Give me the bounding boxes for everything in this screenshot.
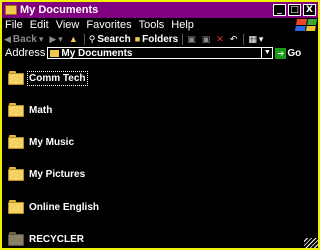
search-button[interactable]: ⚲ Search bbox=[87, 34, 133, 45]
go-button[interactable]: ➔ Go bbox=[275, 47, 302, 59]
copy-to-button[interactable]: ▣ bbox=[200, 34, 215, 44]
address-label: Address bbox=[5, 47, 46, 59]
explorer-window: My Documents _ □ X File Edit View Favori… bbox=[0, 0, 320, 250]
views-icon: ▦ bbox=[248, 34, 257, 44]
delete-button[interactable]: ✕ bbox=[214, 34, 228, 44]
search-label: Search bbox=[97, 33, 131, 45]
list-item[interactable]: My Pictures bbox=[8, 167, 85, 181]
menu-tools[interactable]: Tools bbox=[136, 19, 169, 31]
folder-label: My Music bbox=[29, 136, 75, 148]
go-label: Go bbox=[287, 47, 302, 59]
address-input[interactable]: My Documents ▼ bbox=[47, 47, 274, 59]
toolbar: ◀ Back ▾ ▶ ▾ ▲ ⚲ Search ■ Folders ▣ ▣ ✕ bbox=[2, 32, 318, 46]
undo-icon: ↶ bbox=[229, 34, 238, 44]
copy-to-icon: ▣ bbox=[201, 34, 211, 44]
back-label: Back bbox=[12, 33, 37, 45]
go-arrow-icon: ➔ bbox=[275, 47, 287, 59]
address-bar: Address My Documents ▼ ➔ Go bbox=[2, 46, 318, 60]
close-button[interactable]: X bbox=[303, 4, 316, 16]
folder-icon bbox=[8, 103, 24, 117]
move-to-button[interactable]: ▣ bbox=[185, 34, 200, 44]
list-item[interactable]: My Music bbox=[8, 135, 74, 149]
folder-list: Comm Tech Math My Music My Pictures Onli… bbox=[2, 61, 318, 248]
forward-button[interactable]: ▶ ▾ bbox=[47, 34, 66, 44]
menu-favorites[interactable]: Favorites bbox=[83, 19, 135, 31]
menu-view[interactable]: View bbox=[53, 19, 84, 31]
menu-bar: File Edit View Favorites Tools Help bbox=[2, 18, 318, 32]
folder-label: My Pictures bbox=[29, 168, 86, 180]
folder-label: RECYCLER bbox=[29, 233, 85, 245]
undo-button[interactable]: ↶ bbox=[228, 34, 242, 44]
folder-icon bbox=[50, 49, 60, 57]
menu-edit[interactable]: Edit bbox=[27, 19, 53, 31]
title-bar[interactable]: My Documents _ □ X bbox=[2, 2, 318, 18]
up-folder-icon: ▲ bbox=[68, 34, 78, 44]
folders-label: Folders bbox=[142, 33, 179, 45]
folder-icon bbox=[8, 200, 24, 214]
up-folder-button[interactable]: ▲ bbox=[67, 34, 82, 44]
maximize-button[interactable]: □ bbox=[288, 4, 301, 16]
dropdown-arrow-icon: ▾ bbox=[258, 34, 264, 44]
folders-icon: ■ bbox=[134, 34, 141, 44]
folders-button[interactable]: ■ Folders bbox=[133, 34, 181, 45]
folder-label: Comm Tech bbox=[27, 70, 88, 86]
dropdown-arrow-icon: ▾ bbox=[38, 34, 44, 44]
windows-logo-icon bbox=[294, 19, 318, 31]
recycler-folder-icon bbox=[8, 232, 24, 246]
address-value: My Documents bbox=[61, 47, 133, 59]
window-title: My Documents bbox=[20, 4, 99, 16]
back-button[interactable]: ◀ Back ▾ bbox=[2, 34, 47, 45]
toolbar-separator bbox=[83, 33, 85, 45]
folder-label: Math bbox=[29, 104, 53, 116]
list-item[interactable]: RECYCLER bbox=[8, 232, 84, 246]
back-arrow-icon: ◀ bbox=[4, 34, 11, 44]
folder-icon bbox=[8, 135, 24, 149]
menu-help[interactable]: Help bbox=[168, 19, 198, 31]
address-dropdown-button[interactable]: ▼ bbox=[261, 48, 273, 58]
delete-icon: ✕ bbox=[216, 34, 224, 44]
dropdown-arrow-icon: ▾ bbox=[58, 34, 63, 44]
toolbar-separator bbox=[243, 33, 245, 45]
minimize-button[interactable]: _ bbox=[273, 4, 286, 16]
folder-icon bbox=[8, 167, 24, 181]
folder-icon bbox=[5, 5, 17, 15]
forward-arrow-icon: ▶ bbox=[49, 34, 57, 44]
list-item[interactable]: Comm Tech bbox=[8, 70, 88, 86]
menu-file[interactable]: File bbox=[2, 19, 27, 31]
toolbar-separator bbox=[182, 33, 184, 45]
views-button[interactable]: ▦ ▾ bbox=[246, 34, 267, 44]
list-item[interactable]: Online English bbox=[8, 200, 99, 214]
list-item[interactable]: Math bbox=[8, 103, 52, 117]
move-to-icon: ▣ bbox=[187, 34, 196, 44]
resize-grip[interactable] bbox=[304, 238, 318, 248]
search-icon: ⚲ bbox=[88, 34, 96, 44]
folder-icon bbox=[8, 71, 24, 85]
folder-label: Online English bbox=[29, 201, 100, 213]
